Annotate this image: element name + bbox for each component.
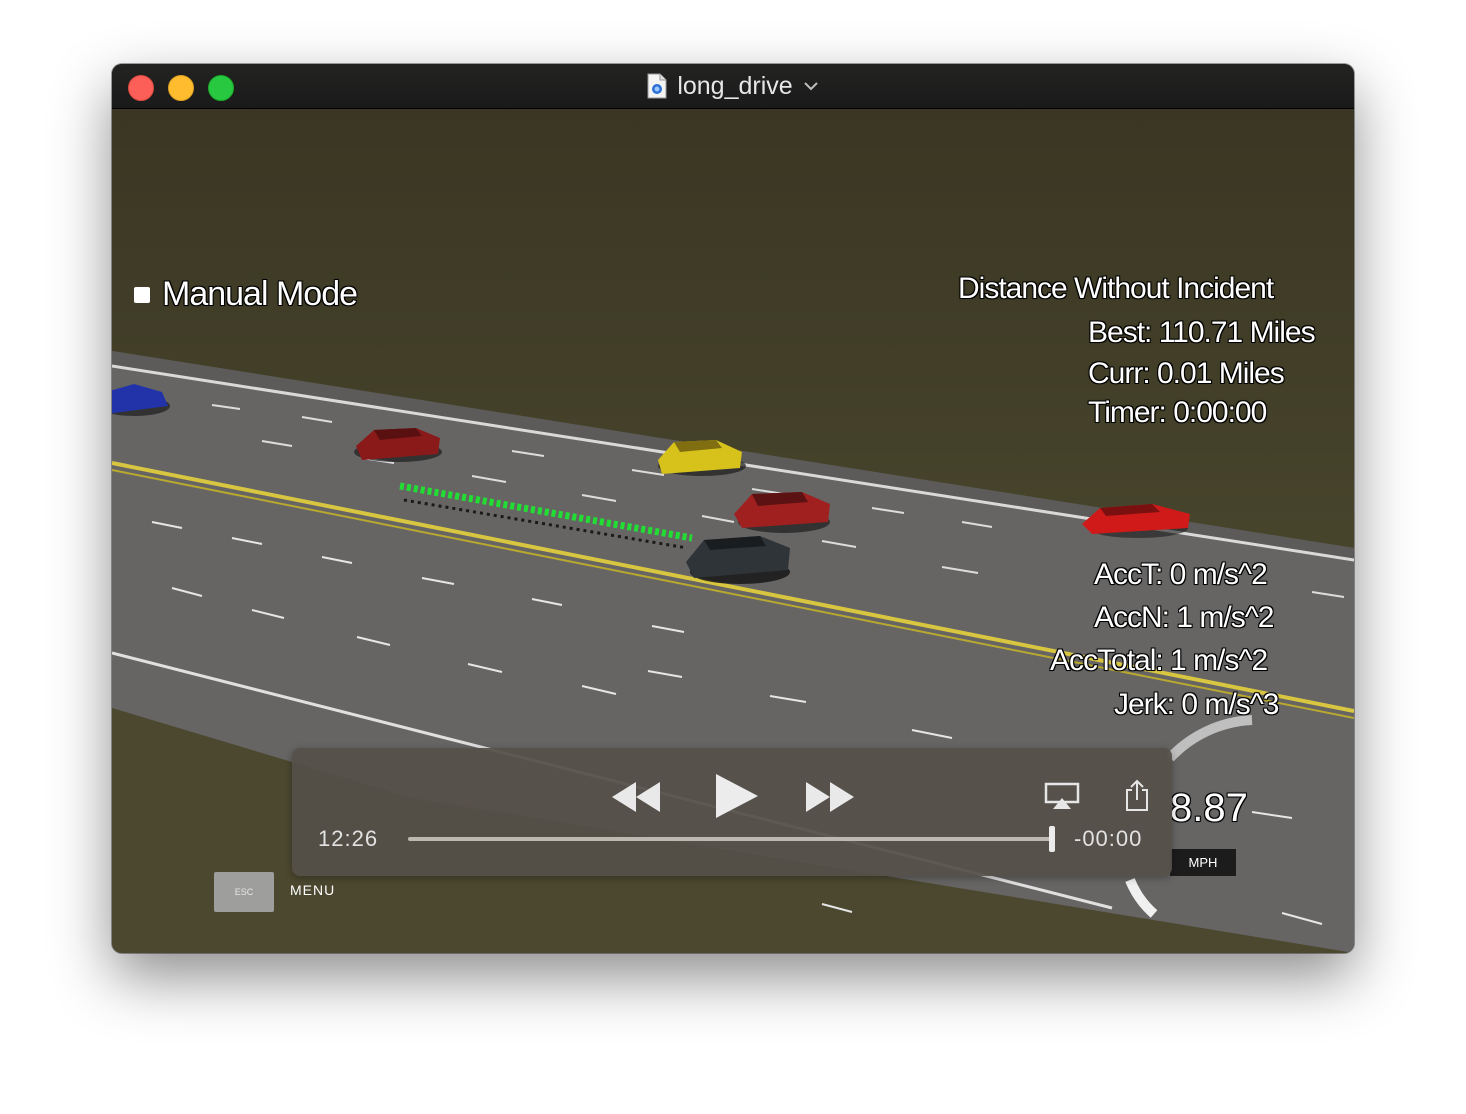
jerk: Jerk: 0 m/s^3: [1114, 688, 1279, 721]
chevron-down-icon[interactable]: [803, 81, 819, 91]
current-distance: Curr: 0.01 Miles: [1088, 357, 1285, 390]
remaining-time: -00:00: [1074, 826, 1143, 851]
manual-mode-toggle[interactable]: Manual Mode: [134, 275, 358, 314]
play-icon[interactable]: [712, 772, 760, 820]
simulator-view: Manual Mode Distance Without Incident Be…: [112, 108, 1354, 953]
elapsed-time: 12:26: [318, 826, 379, 851]
ego-car: [686, 536, 790, 584]
acc-tangential: AccT: 0 m/s^2: [1094, 558, 1268, 591]
rewind-icon[interactable]: [610, 780, 662, 814]
scrubber-knob[interactable]: [1049, 826, 1055, 852]
speed-unit-badge: MPH: [1170, 849, 1236, 876]
best-distance: Best: 110.71 Miles: [1088, 316, 1316, 349]
airplay-icon[interactable]: [1044, 782, 1080, 810]
fast-forward-icon[interactable]: [804, 780, 856, 814]
timer: Timer: 0:00:00: [1088, 396, 1267, 429]
manual-mode-checkbox[interactable]: [134, 286, 150, 303]
acc-total: AccTotal: 1 m/s^2: [1050, 644, 1268, 677]
playback-controls: 12:26 -00:00: [292, 748, 1172, 876]
speed-readout: 8.87: [1170, 786, 1248, 830]
distance-title: Distance Without Incident: [958, 272, 1274, 305]
window-title: long_drive: [677, 71, 793, 100]
scrubber-track[interactable]: [408, 837, 1054, 841]
window-title-group[interactable]: long_drive: [112, 64, 1354, 108]
menu-label: MENU: [290, 882, 336, 898]
esc-key-button[interactable]: ESC: [214, 872, 274, 912]
share-icon[interactable]: [1124, 778, 1150, 812]
title-bar[interactable]: long_drive: [112, 64, 1354, 109]
document-icon: [647, 73, 667, 99]
player-window: long_drive Manual Mode Distance Without …: [112, 64, 1354, 953]
car-red-middle: [734, 492, 830, 533]
acc-normal: AccN: 1 m/s^2: [1094, 601, 1274, 634]
manual-mode-label: Manual Mode: [162, 275, 358, 313]
